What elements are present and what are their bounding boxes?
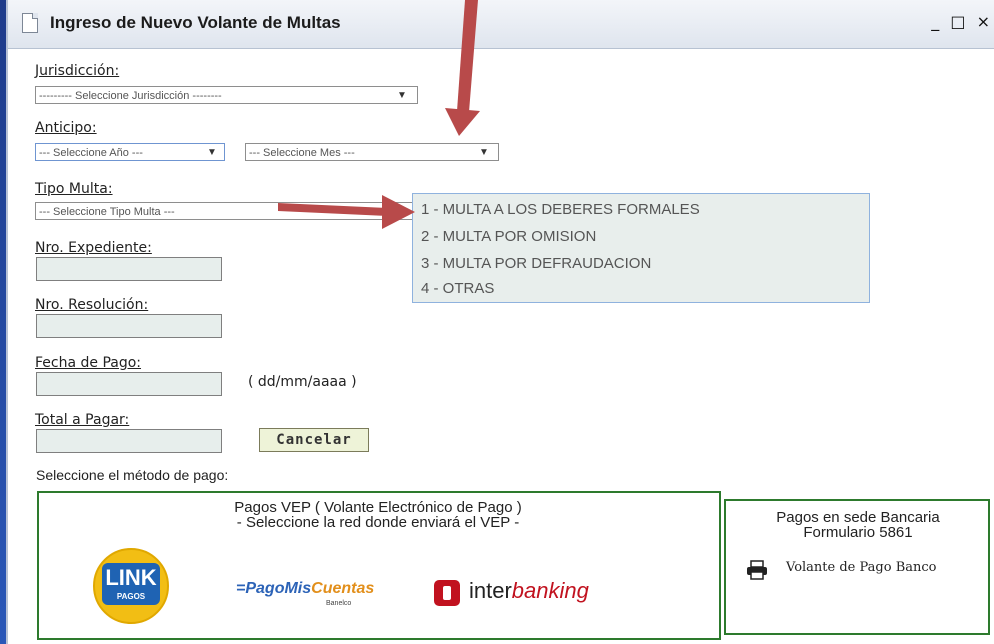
arrow-down-shaft: [457, 0, 478, 112]
arrow-right-shaft: [278, 203, 388, 216]
multas-window: Ingreso de Nuevo Volante de Multas _ □ ×…: [6, 0, 994, 644]
arrow-right-head: [382, 195, 415, 229]
annotation-arrows: [278, 0, 480, 229]
arrow-down-head: [445, 108, 480, 136]
